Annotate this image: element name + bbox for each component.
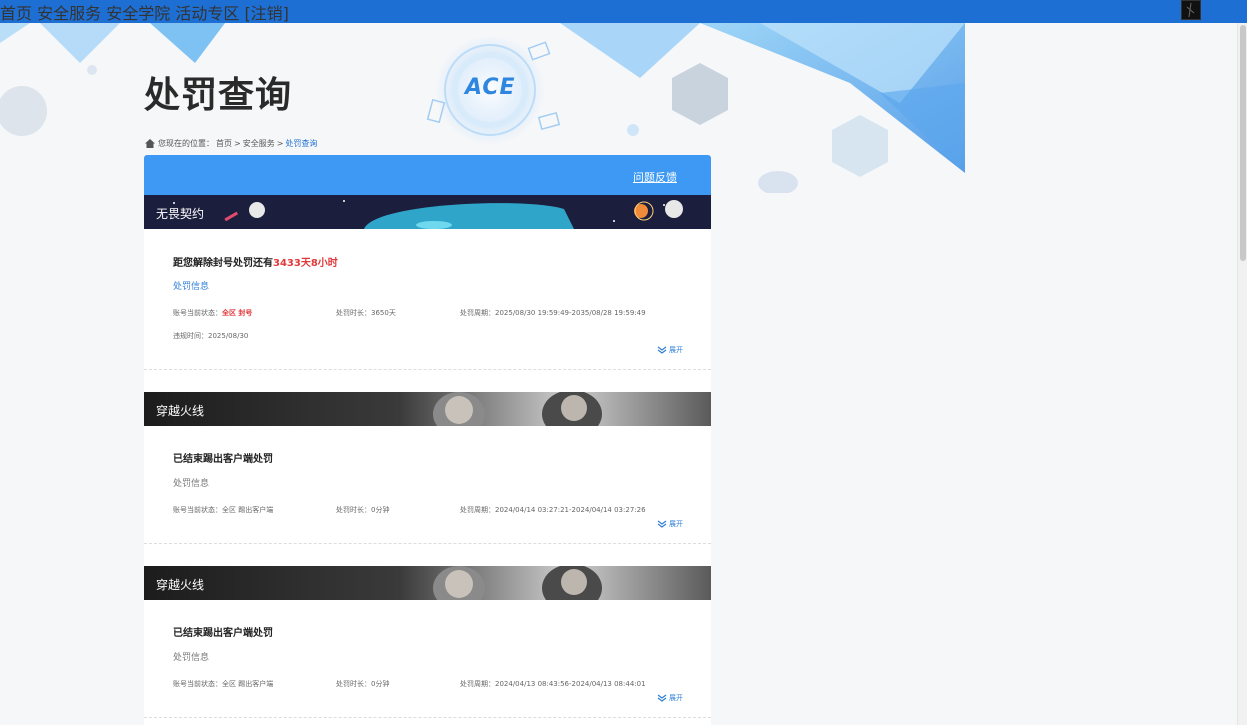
penalty-record: 距您解除封号处罚还有3433天8小时 处罚信息 账号当前状态：全区 封号 处罚时… xyxy=(144,229,711,370)
breadcrumb: 您现在的位置： 首页 > 安全服务 > 处罚查询 xyxy=(145,138,319,149)
penalty-record: 已结束踢出客户端处罚 处罚信息 账号当前状态：全区 踢出客户端 处罚时长：0分钟… xyxy=(144,600,711,718)
period-label: 处罚周期： xyxy=(460,680,495,688)
period-value: 2025/08/30 19:59:49-2035/08/28 19:59:49 xyxy=(495,309,646,317)
breadcrumb-home[interactable]: 首页 xyxy=(216,138,232,149)
game-name: 穿越火线 xyxy=(156,404,205,418)
duration-label: 处罚时长： xyxy=(336,680,371,688)
record-title: 已结束踢出客户端处罚 xyxy=(173,628,273,639)
period-label: 处罚周期： xyxy=(460,506,495,514)
game-name: 无畏契约 xyxy=(156,207,205,221)
penalty-info-tab[interactable]: 处罚信息 xyxy=(173,279,209,292)
game-banner-crossfire: 穿越火线 xyxy=(144,392,711,426)
penalty-duration: 处罚时长：0分钟 xyxy=(336,505,389,515)
record-divider xyxy=(144,717,711,718)
expand-label: 展开 xyxy=(669,520,683,528)
home-icon xyxy=(145,139,155,148)
duration-label: 处罚时长： xyxy=(336,309,371,317)
duration-label: 处罚时长： xyxy=(336,506,371,514)
expand-button[interactable]: 展开 xyxy=(657,345,683,355)
ace-logo: ACE xyxy=(465,75,516,100)
user-avatar[interactable] xyxy=(1181,0,1201,20)
penalty-duration: 处罚时长：3650天 xyxy=(336,308,396,318)
scrollbar[interactable] xyxy=(1237,23,1247,725)
breadcrumb-service[interactable]: 安全服务 xyxy=(243,138,275,149)
penalty-period: 处罚周期：2025/08/30 19:59:49-2035/08/28 19:5… xyxy=(460,308,646,318)
penalty-panel: 问题反馈 无畏契约 距您解除封号处罚还有3433天8小时 处罚信息 账号当前状态… xyxy=(144,155,711,725)
duration-value: 0分钟 xyxy=(371,680,390,688)
penalty-duration: 处罚时长：0分钟 xyxy=(336,679,389,689)
penalty-record: 已结束踢出客户端处罚 处罚信息 账号当前状态：全区 踢出客户端 处罚时长：0分钟… xyxy=(144,426,711,544)
nav-home[interactable]: 首页 xyxy=(0,4,32,23)
penalty-info-tab[interactable]: 处罚信息 xyxy=(173,476,209,489)
period-label: 处罚周期： xyxy=(460,309,495,317)
expand-button[interactable]: 展开 xyxy=(657,693,683,703)
violation-time: 违规时间：2025/08/30 xyxy=(173,331,248,341)
period-value: 2024/04/14 03:27:21-2024/04/14 03:27:26 xyxy=(495,506,646,514)
record-divider xyxy=(144,543,711,544)
account-status: 账号当前状态：全区 封号 xyxy=(173,308,252,318)
account-status: 账号当前状态：全区 踢出客户端 xyxy=(173,505,273,515)
account-status: 账号当前状态：全区 踢出客户端 xyxy=(173,679,273,689)
expand-button[interactable]: 展开 xyxy=(657,519,683,529)
nav-security-academy[interactable]: 安全学院 xyxy=(106,4,170,23)
record-title: 距您解除封号处罚还有3433天8小时 xyxy=(173,254,338,269)
status-value: 全区 封号 xyxy=(222,309,253,317)
remaining-time: 3433天8小时 xyxy=(273,258,338,269)
duration-value: 3650天 xyxy=(371,309,396,317)
chevron-double-down-icon xyxy=(657,694,667,702)
breadcrumb-current: 处罚查询 xyxy=(285,139,318,148)
status-label: 账号当前状态： xyxy=(173,506,222,514)
nav-security-service[interactable]: 安全服务 xyxy=(37,4,101,23)
breadcrumb-sep: > xyxy=(234,139,241,148)
status-label: 账号当前状态： xyxy=(173,680,222,688)
breadcrumb-sep: > xyxy=(276,139,284,148)
logout-link[interactable]: [注销] xyxy=(244,4,289,23)
page-title: 处罚查询 xyxy=(144,75,293,116)
panel-header: 问题反馈 xyxy=(144,155,711,195)
title-prefix: 距您解除封号处罚还有 xyxy=(173,258,273,269)
status-value: 全区 踢出客户端 xyxy=(222,680,274,688)
expand-label: 展开 xyxy=(669,694,683,702)
feedback-link[interactable]: 问题反馈 xyxy=(633,169,677,185)
record-title: 已结束踢出客户端处罚 xyxy=(173,454,273,465)
breadcrumb-prefix: 您现在的位置： xyxy=(158,139,214,148)
game-banner-valorant: 无畏契约 xyxy=(144,195,711,229)
status-label: 账号当前状态： xyxy=(173,309,222,317)
period-value: 2024/04/13 08:43:56-2024/04/13 08:44:01 xyxy=(495,680,646,688)
violation-value: 2025/08/30 xyxy=(208,332,249,340)
nav-events[interactable]: 活动专区 xyxy=(175,4,239,23)
top-bar: 首页 安全服务 安全学院 活动专区 [注销] xyxy=(0,0,1247,23)
penalty-period: 处罚周期：2024/04/14 03:27:21-2024/04/14 03:2… xyxy=(460,505,646,515)
status-value: 全区 踢出客户端 xyxy=(222,506,274,514)
game-name: 穿越火线 xyxy=(156,578,205,592)
game-banner-crossfire: 穿越火线 xyxy=(144,566,711,600)
duration-value: 0分钟 xyxy=(371,506,390,514)
penalty-period: 处罚周期：2024/04/13 08:43:56-2024/04/13 08:4… xyxy=(460,679,646,689)
expand-label: 展开 xyxy=(669,346,683,354)
record-divider xyxy=(144,369,711,370)
violation-label: 违规时间： xyxy=(173,332,208,340)
penalty-info-tab[interactable]: 处罚信息 xyxy=(173,650,209,663)
chevron-double-down-icon xyxy=(657,520,667,528)
scroll-thumb[interactable] xyxy=(1240,25,1246,261)
chevron-double-down-icon xyxy=(657,346,667,354)
